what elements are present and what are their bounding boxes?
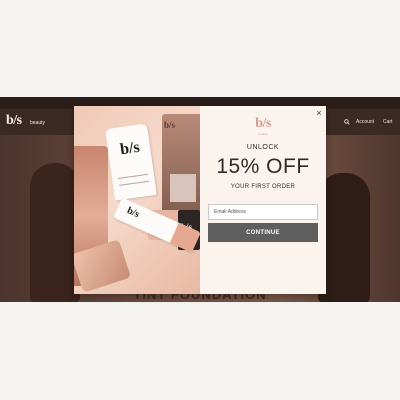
search-icon[interactable] (344, 119, 350, 125)
product-box: b/s (162, 114, 200, 224)
product-tube-secondary-logo: b/s (125, 205, 141, 221)
product-tube: b/s (105, 123, 157, 201)
nav-cart-link[interactable]: Cart (383, 119, 392, 125)
popup-logo-sub: beauty (258, 132, 268, 136)
continue-button[interactable]: CONTINUE (208, 223, 318, 242)
popup-form-panel: × b/s beauty UNLOCK 15% OFF YOUR FIRST O… (200, 106, 326, 294)
popup-logo: b/s (255, 116, 271, 131)
product-box-logo: b/s (164, 120, 176, 130)
popup-offer: 15% OFF (216, 155, 310, 178)
discount-popup: b/s b/s b/s b/s × b/s beauty UNLOCK 15% … (74, 106, 326, 294)
product-box-window (170, 174, 196, 202)
product-tube-logo: b/s (119, 138, 141, 159)
popup-product-image: b/s b/s b/s b/s (74, 106, 200, 294)
nav-account-link[interactable]: Account (356, 119, 374, 125)
site-logo[interactable]: b/s (6, 113, 22, 129)
hero-model-left (30, 163, 80, 302)
popup-heading: UNLOCK (246, 144, 280, 151)
site-logo-sub: beauty (30, 120, 46, 126)
page-background-top (0, 0, 400, 97)
popup-subheading: YOUR FIRST ORDER (230, 184, 296, 190)
page-background-bottom (0, 302, 400, 400)
product-tube-label (118, 173, 149, 186)
email-field[interactable] (208, 204, 318, 220)
